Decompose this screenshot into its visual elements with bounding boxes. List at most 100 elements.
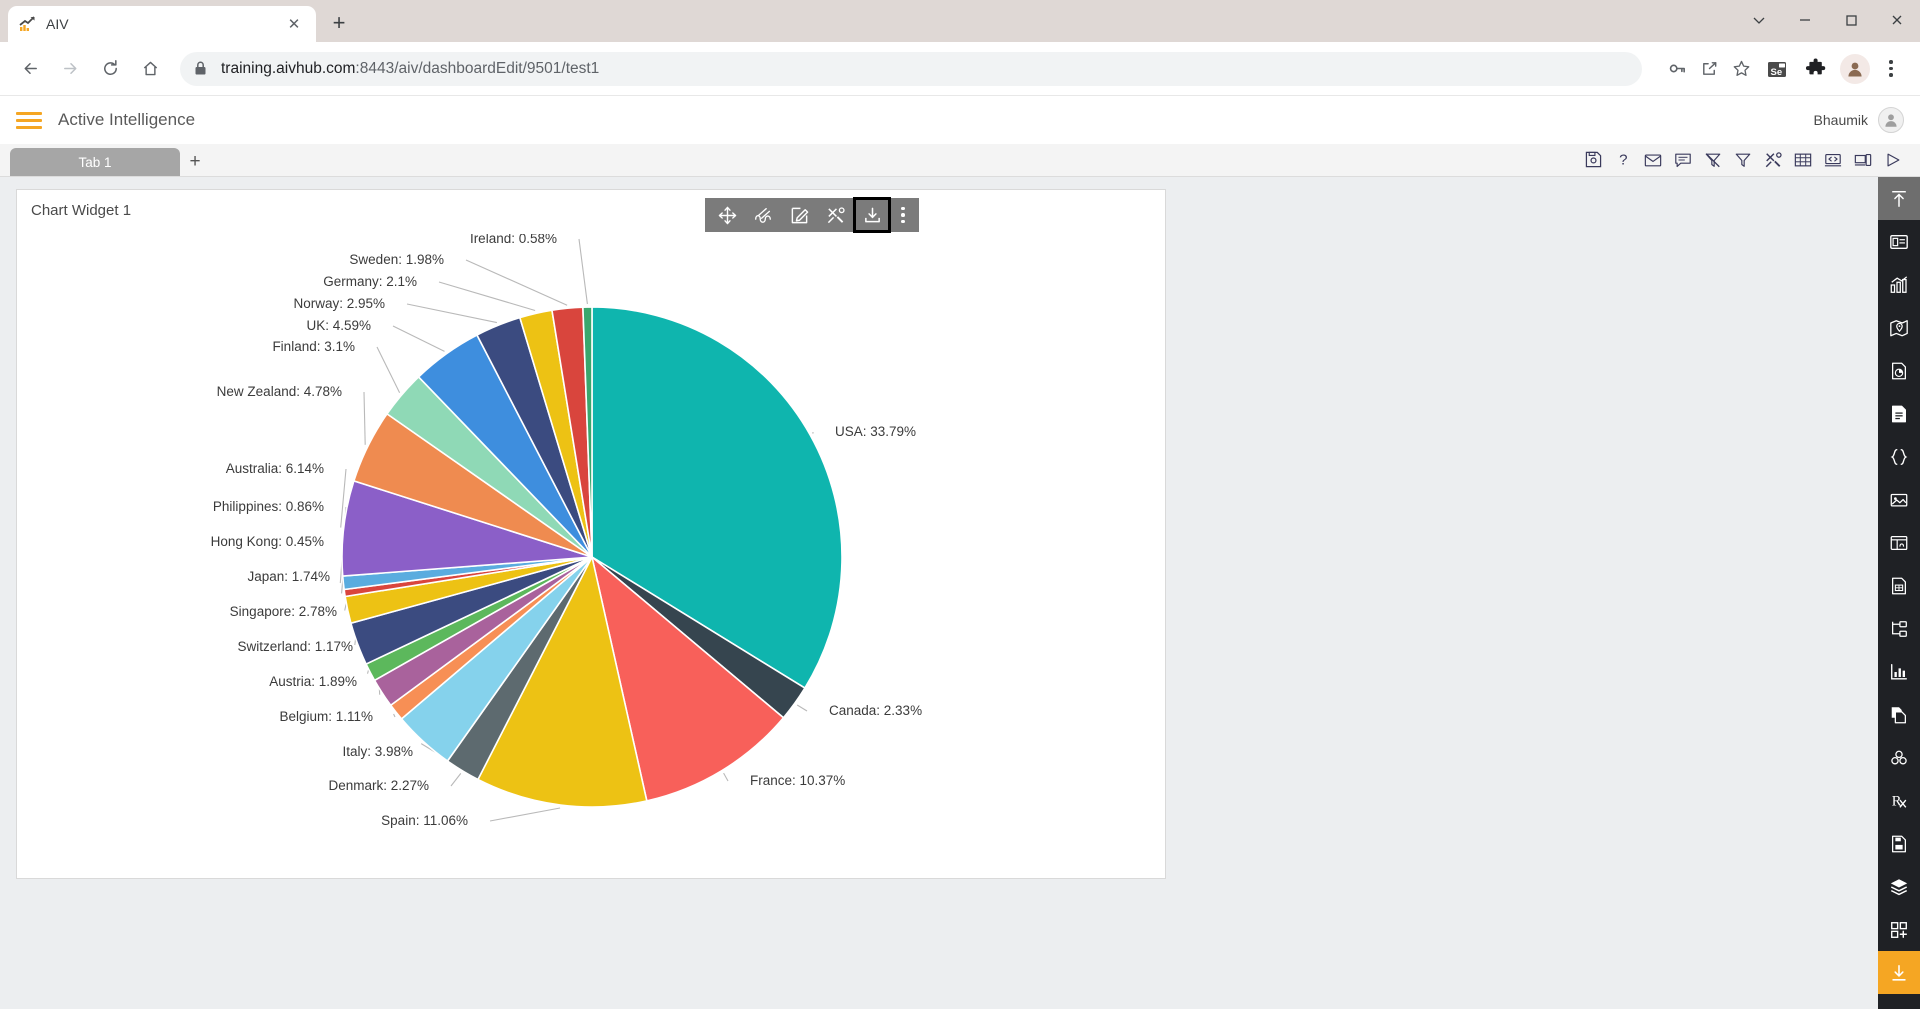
selenium-extension-icon[interactable]: Se (1760, 52, 1794, 86)
browser-navigation-bar: training.aivhub.com:8443/aiv/dashboardEd… (0, 42, 1920, 96)
close-icon[interactable] (1874, 0, 1920, 40)
pie-slice-label: Japan: 1.74% (247, 569, 330, 584)
settings-widget-button[interactable] (817, 198, 853, 232)
table-icon[interactable] (1792, 149, 1814, 171)
svg-text:?: ? (1619, 152, 1627, 168)
pie-leader-line (578, 238, 588, 305)
minimize-icon[interactable] (1782, 0, 1828, 40)
hamburger-menu-icon[interactable] (16, 111, 42, 129)
puzzle-extension-icon[interactable] (1798, 52, 1832, 86)
forward-arrow-icon[interactable] (52, 51, 88, 87)
pie-leader-line (723, 772, 729, 782)
rail-widget-panel-button[interactable] (1878, 220, 1920, 263)
filter-icon[interactable] (1732, 149, 1754, 171)
dashboard-toolbar: ? (1582, 143, 1920, 176)
star-icon[interactable] (1726, 54, 1756, 84)
rail-add-grid-button[interactable] (1878, 908, 1920, 951)
chart-widget: Chart Widget 1 USA: 33.79% Canada: 2.33% F… (16, 189, 1166, 879)
pie-slice-label: Austria: 1.89% (269, 674, 357, 689)
pie-leader-line (376, 346, 401, 393)
pie-slice-label: Hong Kong: 0.45% (211, 534, 324, 549)
clear-filter-icon[interactable] (1702, 149, 1724, 171)
close-icon[interactable]: ✕ (282, 12, 306, 36)
download-widget-button[interactable] (853, 197, 891, 233)
rail-json-button[interactable] (1878, 435, 1920, 478)
omnibox-actions: Se (1650, 52, 1908, 86)
browser-tabstrip-bar: AIV ✕ + (0, 0, 1920, 42)
move-widget-button[interactable] (709, 198, 745, 232)
address-bar-url: training.aivhub.com:8443/aiv/dashboardEd… (221, 59, 600, 77)
rail-stats-button[interactable] (1878, 650, 1920, 693)
rail-collapse-button[interactable] (1878, 177, 1920, 220)
key-icon[interactable] (1662, 54, 1692, 84)
home-icon[interactable] (132, 51, 168, 87)
widget-more-menu-icon[interactable] (891, 198, 915, 232)
pie-leader-line (393, 713, 396, 718)
user-name: Bhaumik (1813, 112, 1868, 128)
code-icon[interactable] (1822, 149, 1844, 171)
rail-save-doc-button[interactable] (1878, 822, 1920, 865)
pie-slice-label: Australia: 6.14% (226, 461, 324, 476)
profile-avatar-icon[interactable] (1840, 53, 1870, 84)
pie-slice-label: France: 10.37% (750, 773, 845, 788)
mail-icon[interactable] (1642, 149, 1664, 171)
back-arrow-icon[interactable] (12, 51, 48, 87)
rail-map-button[interactable] (1878, 306, 1920, 349)
lock-icon (194, 61, 207, 76)
pie-leader-line (392, 325, 445, 352)
tools-icon[interactable] (1762, 149, 1784, 171)
dashboard-tab-bar: Tab 1 + ? (0, 144, 1920, 177)
rail-document-button[interactable] (1878, 392, 1920, 435)
rail-image-button[interactable] (1878, 478, 1920, 521)
rail-tree-button[interactable] (1878, 607, 1920, 650)
comment-icon[interactable] (1672, 149, 1694, 171)
pie-chart: USA: 33.79% Canada: 2.33% France: 10.37% Sp… (17, 234, 1165, 878)
maximize-icon[interactable] (1828, 0, 1874, 40)
pie-slice-label: Singapore: 2.78% (230, 604, 337, 619)
pie-leader-line (450, 773, 462, 787)
pie-slice-label: Norway: 2.95% (293, 296, 385, 311)
run-icon[interactable] (1882, 149, 1904, 171)
help-icon[interactable]: ? (1612, 149, 1634, 171)
rail-layout-button[interactable] (1878, 521, 1920, 564)
pie-slice-label: Belgium: 1.11% (279, 709, 373, 724)
rail-layers-button[interactable] (1878, 865, 1920, 908)
pie-leader-line (438, 281, 536, 312)
pie-slice-label: Denmark: 2.27% (328, 778, 429, 793)
share-icon[interactable] (1694, 54, 1724, 84)
pie-chart-svg[interactable]: USA: 33.79% Canada: 2.33% France: 10.37% Sp… (17, 234, 1165, 874)
rail-report-button[interactable] (1878, 349, 1920, 392)
app-title: Active Intelligence (58, 110, 196, 129)
rail-copy-button[interactable] (1878, 693, 1920, 736)
edit-widget-button[interactable] (781, 198, 817, 232)
pie-slice-label: Philippines: 0.86% (213, 499, 324, 514)
user-avatar-icon[interactable] (1878, 107, 1904, 133)
pie-slice-label: Finland: 3.1% (272, 339, 355, 354)
rail-cubes-button[interactable] (1878, 736, 1920, 779)
app-header: Active Intelligence Bhaumik (0, 96, 1920, 144)
browser-tabstrip: AIV ✕ + (0, 0, 1736, 42)
add-dashboard-tab-button[interactable]: + (180, 148, 210, 176)
window-controls (1736, 0, 1920, 42)
pie-leader-line (363, 391, 366, 445)
address-bar[interactable]: training.aivhub.com:8443/aiv/dashboardEd… (180, 51, 1642, 86)
pie-leader-line (489, 807, 561, 822)
rail-download-button[interactable] (1878, 951, 1920, 994)
rail-bar-chart-button[interactable] (1878, 263, 1920, 306)
rail-rx-button[interactable]: R (1878, 779, 1920, 822)
reload-icon[interactable] (92, 51, 128, 87)
dashboard-tab-1[interactable]: Tab 1 (10, 148, 180, 176)
save-icon[interactable] (1582, 149, 1604, 171)
link-widget-button[interactable] (745, 198, 781, 232)
user-area: Bhaumik (1814, 107, 1904, 133)
collapse-icon[interactable] (1736, 0, 1782, 40)
pie-slice-label: Italy: 3.98% (342, 744, 413, 759)
pie-slice-label: UK: 4.59% (306, 318, 371, 333)
device-icon[interactable] (1852, 149, 1874, 171)
pie-leader-line (406, 303, 498, 324)
new-tab-button[interactable]: + (322, 6, 356, 40)
chrome-menu-icon[interactable] (1874, 52, 1908, 86)
rail-datasheet-button[interactable] (1878, 564, 1920, 607)
pie-slice-label: Switzerland: 1.17% (237, 639, 353, 654)
browser-tab[interactable]: AIV ✕ (8, 6, 316, 42)
